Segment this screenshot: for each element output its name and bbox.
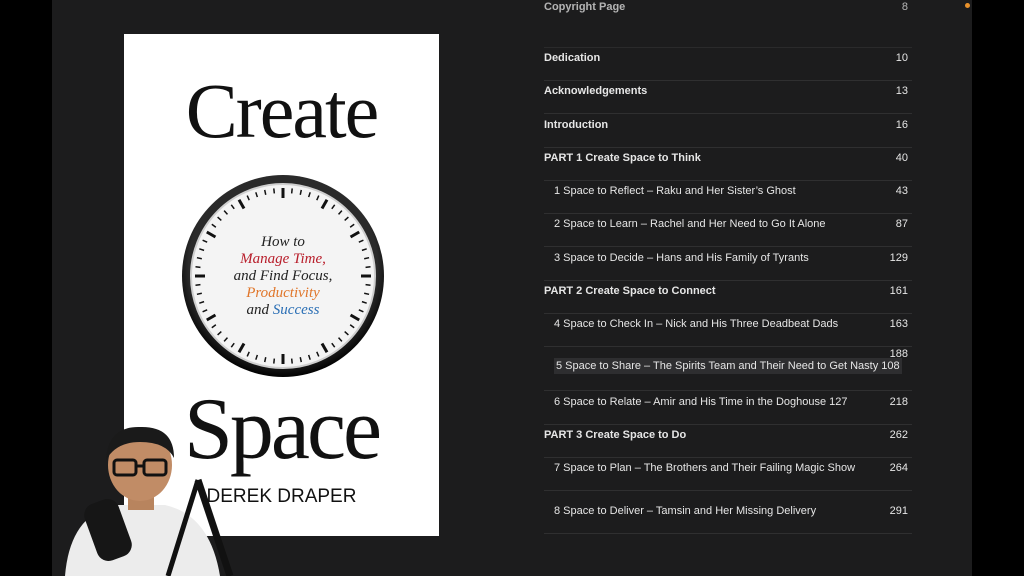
subtitle-line-1: How to xyxy=(261,234,305,250)
toc-row-label: Acknowledgements xyxy=(544,85,648,97)
toc-row-label: PART 2 Create Space to Connect xyxy=(544,285,716,297)
toc-row-page: 264 xyxy=(889,462,908,474)
subtitle-line-5-prefix: and xyxy=(246,302,273,318)
toc-row-page: 13 xyxy=(895,85,908,97)
cover-subtitle: How to Manage Time, and Find Focus, Prod… xyxy=(181,234,385,319)
presenter-webcam xyxy=(65,426,234,576)
toc-row[interactable]: 3 Space to Decide – Hans and His Family … xyxy=(544,247,912,281)
toc-row[interactable]: 5 Space to Share – The Spirits Team and … xyxy=(544,348,912,391)
subtitle-line-3: and Find Focus, xyxy=(233,268,333,284)
toc-row-label: 6 Space to Relate – Amir and His Time in… xyxy=(554,396,848,408)
toc-row-page: 16 xyxy=(895,119,908,131)
toc-row-page: 218 xyxy=(889,396,908,408)
left-letterbox xyxy=(0,0,52,576)
recording-indicator-icon xyxy=(965,3,970,8)
toc-row[interactable]: Dedication 10 xyxy=(544,47,912,81)
toc-row[interactable]: Acknowledgements 13 xyxy=(544,80,912,114)
toc-row-label: 2 Space to Learn – Rachel and Her Need t… xyxy=(554,218,826,230)
toc-row-label: Introduction xyxy=(544,119,609,131)
toc-row-label: PART 1 Create Space to Think xyxy=(544,152,701,164)
subtitle-line-5: and Success xyxy=(181,302,385,319)
toc-row[interactable]: 2 Space to Learn – Rachel and Her Need t… xyxy=(544,213,912,247)
toc-row-label: 8 Space to Deliver – Tamsin and Her Miss… xyxy=(554,505,817,517)
toc-row[interactable]: 7 Space to Plan – The Brothers and Their… xyxy=(544,457,912,491)
toc-row[interactable]: PART 1 Create Space to Think 40 xyxy=(544,147,912,181)
toc-row-page: 262 xyxy=(889,429,908,441)
toc-row[interactable]: 8 Space to Deliver – Tamsin and Her Miss… xyxy=(544,500,912,534)
toc-row-page: 129 xyxy=(889,252,908,264)
toc-row-label: PART 3 Create Space to Do xyxy=(544,429,687,441)
toc-row[interactable]: Copyright Page 8 xyxy=(544,1,912,48)
toc-row[interactable]: 1 Space to Reflect – Raku and Her Sister… xyxy=(544,180,912,214)
toc-row-label: 1 Space to Reflect – Raku and Her Sister… xyxy=(554,185,796,197)
toc-row-page: 188 xyxy=(889,348,908,360)
toc-row-page: 291 xyxy=(889,505,908,517)
toc-row-label: 5 Space to Share – The Spirits Team and … xyxy=(554,358,902,374)
right-letterbox xyxy=(972,0,1024,576)
toc-row-label: 7 Space to Plan – The Brothers and Their… xyxy=(554,462,856,474)
toc-row[interactable]: 6 Space to Relate – Amir and His Time in… xyxy=(544,391,912,425)
toc-row-label: Dedication xyxy=(544,52,601,64)
toc-row-page: 163 xyxy=(889,318,908,330)
toc-row[interactable]: 4 Space to Check In – Nick and His Three… xyxy=(544,313,912,347)
toc-row[interactable]: PART 2 Create Space to Connect 161 xyxy=(544,280,912,314)
toc-row-page: 8 xyxy=(901,1,908,13)
toc-row[interactable]: PART 3 Create Space to Do 262 xyxy=(544,424,912,458)
toc-row-page: 161 xyxy=(889,285,908,297)
toc-row-label: Copyright Page xyxy=(544,1,626,13)
toc-row-page: 87 xyxy=(895,218,908,230)
cover-title-top: Create xyxy=(185,67,380,154)
toc-row-label: 4 Space to Check In – Nick and His Three… xyxy=(554,318,839,330)
toc-row-label: 3 Space to Decide – Hans and His Family … xyxy=(554,252,809,264)
toc-row-page: 10 xyxy=(895,52,908,64)
toc-row[interactable]: Introduction 16 xyxy=(544,114,912,148)
subtitle-line-4: Productivity xyxy=(246,285,320,301)
subtitle-line-2: Manage Time, xyxy=(240,251,326,267)
subtitle-line-5-word: Success xyxy=(272,302,320,318)
toc-row-page: 43 xyxy=(895,185,908,197)
toc-row-page: 40 xyxy=(895,152,908,164)
